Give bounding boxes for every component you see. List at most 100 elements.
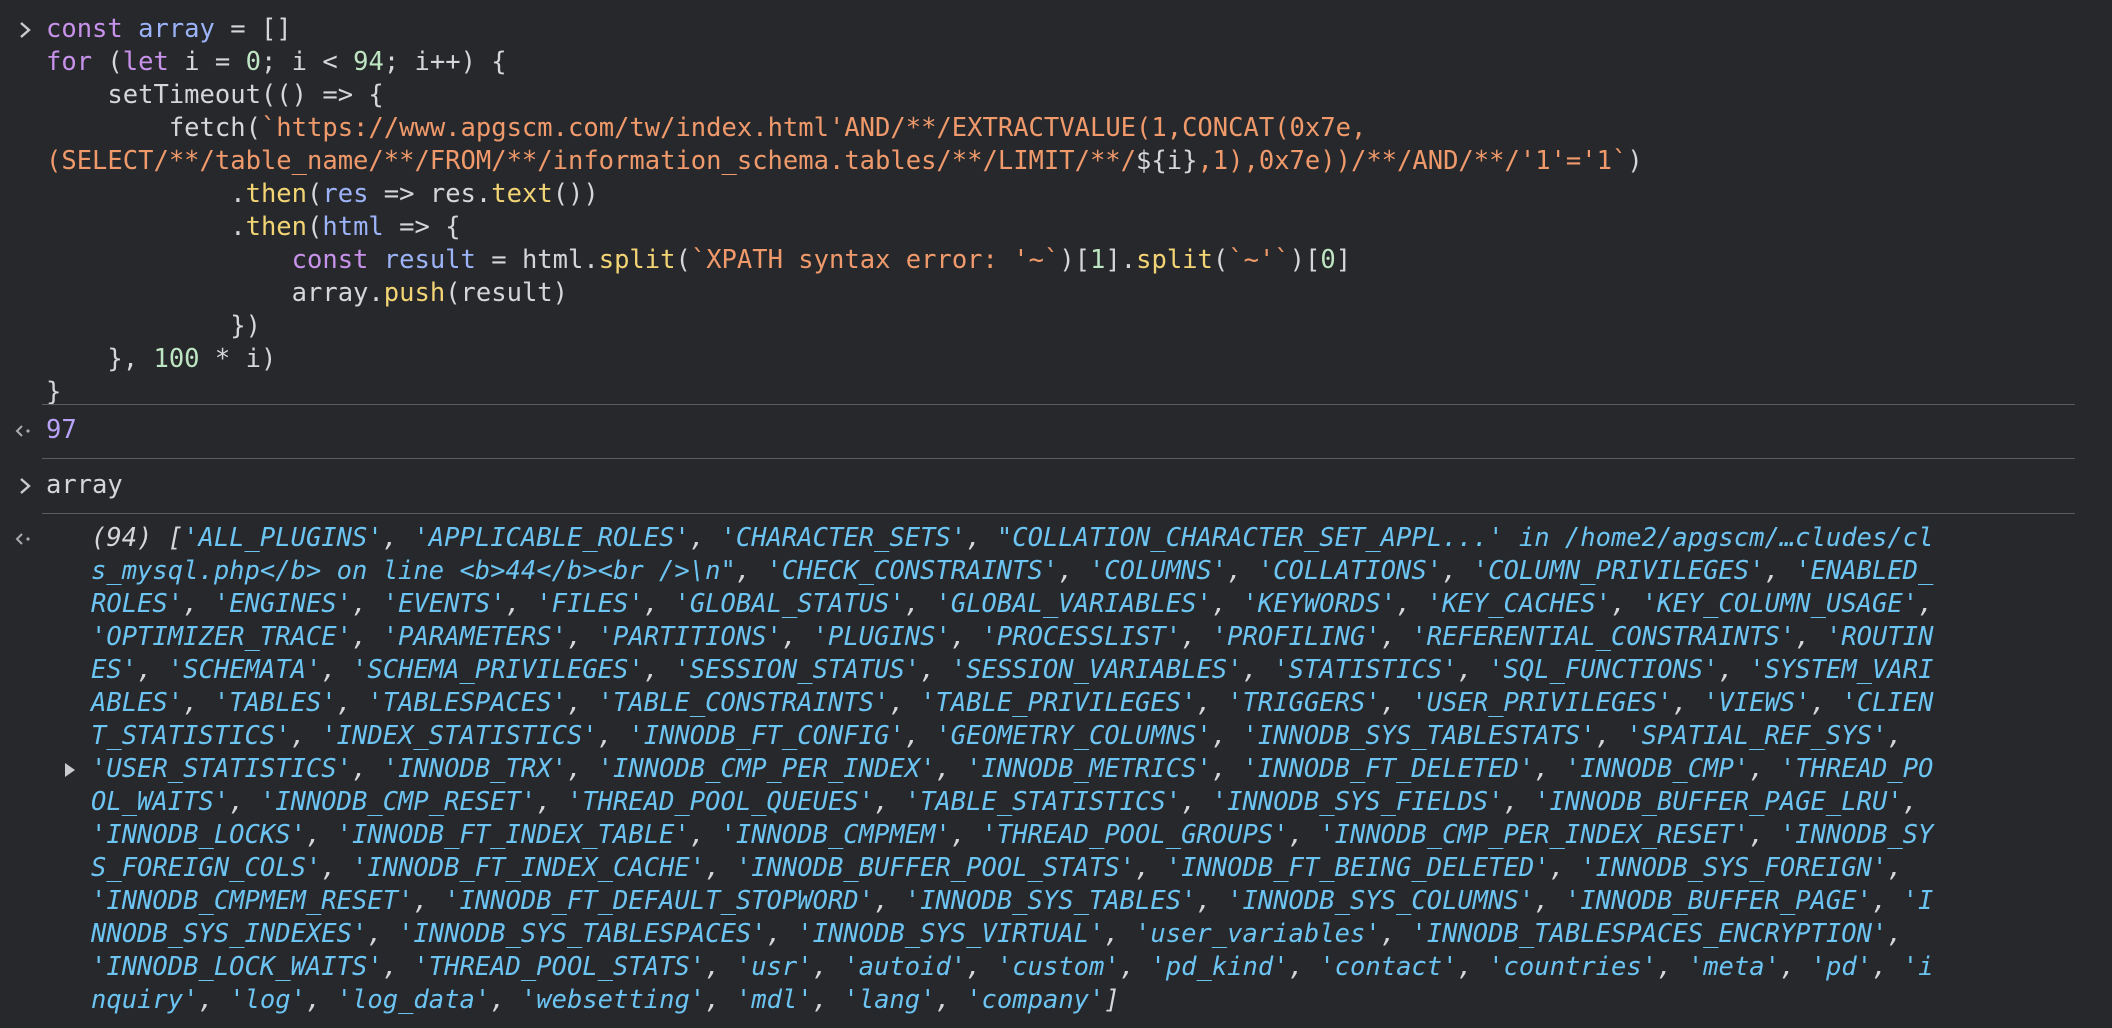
code-token: then — [245, 179, 308, 209]
code-token: split — [1136, 245, 1213, 275]
array-punctuation: , — [966, 523, 997, 553]
array-punctuation: , — [1503, 787, 1535, 817]
array-punctuation: , — [229, 787, 260, 817]
array-item: 'INNODB_CMP' — [1564, 754, 1750, 784]
code-token: `~'` — [1228, 245, 1290, 275]
array-punctuation: , — [1918, 589, 1934, 619]
array-punctuation: , — [1611, 589, 1642, 619]
array-item: 'log_data' — [336, 985, 491, 1015]
code-line: array.push(result) — [46, 277, 568, 310]
array-item: 'FILES' — [536, 589, 644, 619]
triangle-right-icon[interactable] — [62, 756, 78, 777]
array-item: 'INNODB_SYS_VIRTUAL' — [797, 919, 1105, 949]
array-item: 'INNODB_FT_BEING_DELETED' — [1165, 853, 1550, 883]
array-item: 'lang' — [843, 985, 936, 1015]
array-item: 'pd_kind' — [1150, 952, 1289, 982]
array-punctuation: , — [643, 589, 675, 619]
array-punctuation: , — [1227, 556, 1258, 586]
code-token: )[ — [1059, 245, 1091, 275]
code-token: ; i < — [260, 47, 354, 77]
code-token: ) — [1627, 146, 1643, 176]
code-token: then — [245, 212, 308, 242]
array-punctuation: , — [920, 655, 951, 685]
array-punctuation: , — [1396, 589, 1427, 619]
input-expression[interactable]: array — [46, 469, 123, 502]
array-punctuation: , — [1380, 919, 1412, 949]
code-token: text — [491, 179, 553, 209]
array-item: 'websetting' — [520, 985, 706, 1015]
array-item: 'user_variables' — [1135, 919, 1381, 949]
array-item: 'INNODB_CMPMEM' — [720, 820, 951, 850]
array-item: 'THREAD_POOL_QUEUES' — [566, 787, 874, 817]
array-item: 'VIEWS' — [1703, 688, 1811, 718]
array-item: 'INNODB_SY — [1779, 820, 1934, 850]
array-punctuation: , — [1887, 853, 1903, 883]
code-token: const — [46, 14, 123, 44]
array-punctuation: , — [183, 589, 214, 619]
array-punctuation: , — [597, 721, 629, 751]
array-punctuation: , — [321, 655, 353, 685]
code-token: 1 — [1090, 245, 1106, 275]
array-punctuation: , — [1810, 688, 1842, 718]
array-punctuation: , — [889, 688, 921, 718]
array-item: 'INNODB_METRICS' — [966, 754, 1212, 784]
code-token: split — [598, 245, 676, 275]
array-punctuation: , — [1779, 952, 1811, 982]
array-item: 'meta' — [1687, 952, 1780, 982]
code-token: const — [291, 245, 369, 275]
array-punctuation: , — [505, 589, 537, 619]
array-item: 'TABLE_PRIVILEGES' — [920, 688, 1197, 718]
code-token: setTimeout(() => { — [46, 80, 384, 110]
array-item: 'pd' — [1810, 952, 1873, 982]
array-punctuation: , — [1887, 721, 1903, 751]
array-item: ABLES' — [91, 688, 184, 718]
array-item: 'PROCESSLIST' — [981, 622, 1182, 652]
code-token: let — [122, 47, 169, 77]
array-output-line: S_FOREIGN_COLS', 'INNODB_FT_INDEX_CACHE'… — [91, 852, 1903, 885]
array-item: 'INNODB_SYS_COLUMNS' — [1227, 886, 1535, 916]
array-item: 'KEYWORDS' — [1242, 589, 1397, 619]
entry-divider — [42, 513, 2075, 514]
code-token: push — [383, 278, 446, 308]
code-line: setTimeout(() => { — [46, 79, 384, 112]
array-item: 'INNODB_SYS_TABLESPACES' — [398, 919, 767, 949]
code-line: const result = html.split(`XPATH syntax … — [46, 244, 1351, 277]
array-punctuation: , — [904, 589, 936, 619]
array-item: 'SCHEMA_PRIVILEGES' — [352, 655, 644, 685]
array-item: S_FOREIGN_COLS' — [91, 853, 322, 883]
array-punctuation: , — [336, 688, 368, 718]
devtools-console: const array = [] for (let i = 0; i < 94; … — [0, 0, 2112, 1028]
code-token: = html. — [475, 245, 599, 275]
array-output-line: 'USER_STATISTICS', 'INNODB_TRX', 'INNODB… — [91, 753, 1933, 786]
code-token: for — [46, 47, 93, 77]
array-item: 'SESSION_VARIABLES' — [950, 655, 1243, 685]
array-punctuation: , — [290, 721, 322, 751]
array-punctuation: , — [874, 787, 905, 817]
array-punctuation: , — [1764, 556, 1796, 586]
array-punctuation: , — [1871, 886, 1903, 916]
array-punctuation: , — [183, 688, 214, 718]
array-punctuation: , — [367, 919, 399, 949]
code-token: . — [46, 212, 246, 242]
array-output-line: ROLES', 'ENGINES', 'EVENTS', 'FILES', 'G… — [91, 588, 1933, 621]
array-punctuation: , — [352, 754, 383, 784]
code-token: }) — [46, 311, 261, 341]
output-value[interactable]: 97 — [46, 414, 77, 447]
code-token: } — [46, 377, 62, 407]
code-token: . — [46, 179, 246, 209]
array-item: nquiry' — [91, 985, 199, 1015]
array-item: ES' — [91, 655, 138, 685]
array-item: 'CHARACTER_SETS' — [720, 523, 967, 553]
array-punctuation: , — [1104, 919, 1136, 949]
array-punctuation: , — [735, 556, 767, 586]
array-output-line: 'INNODB_LOCKS', 'INNODB_FT_INDEX_TABLE',… — [91, 819, 1933, 852]
code-token: }, — [46, 344, 154, 374]
code-line: .then(html => { — [46, 211, 460, 244]
array-item: 'USER_STATISTICS' — [91, 754, 352, 784]
array-punctuation: , — [305, 985, 337, 1015]
code-token: )[ — [1289, 245, 1321, 275]
code-token: html — [322, 212, 384, 242]
code-token: ( — [307, 179, 323, 209]
code-token: 94 — [353, 47, 384, 77]
array-item: OL_WAITS' — [91, 787, 230, 817]
